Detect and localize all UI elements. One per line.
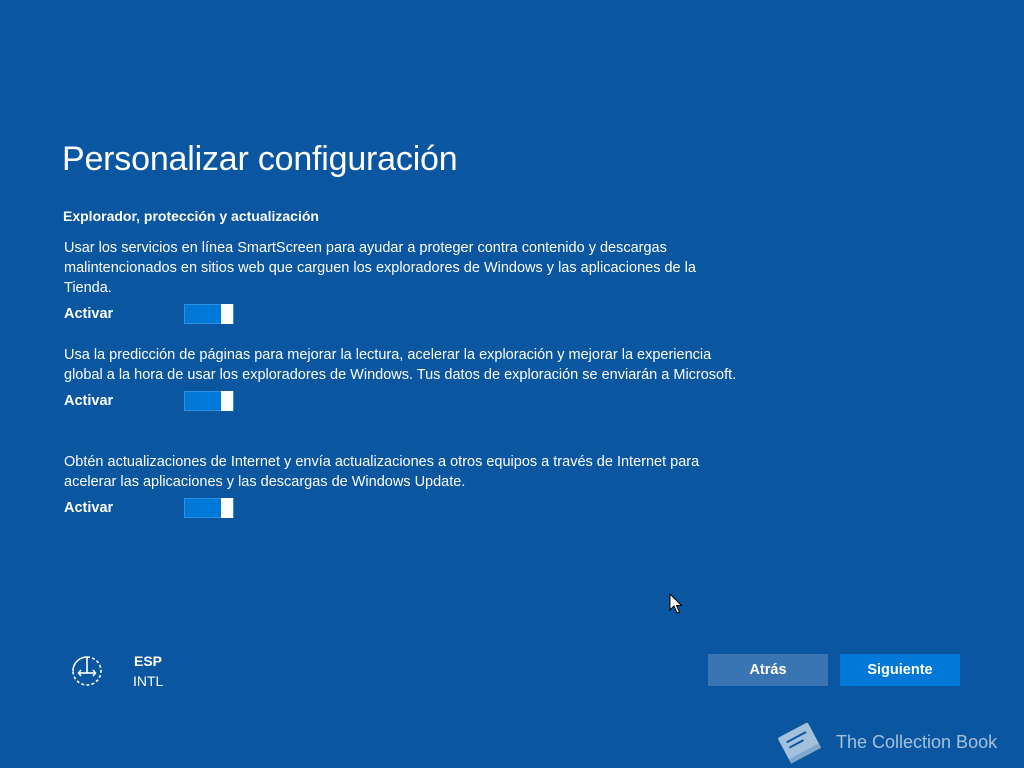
toggle-row: Activar: [64, 498, 744, 518]
setting-smartscreen: Usar los servicios en línea SmartScreen …: [64, 238, 744, 324]
setting-page-prediction: Usa la predicción de páginas para mejora…: [64, 345, 744, 411]
section-heading: Explorador, protección y actualización: [63, 208, 319, 224]
page-title: Personalizar configuración: [62, 140, 458, 178]
toggle-knob: [221, 498, 233, 518]
back-button[interactable]: Atrás: [708, 654, 828, 686]
watermark-text: The Collection Book: [836, 731, 998, 752]
toggle-knob: [221, 304, 233, 324]
setting-windows-update: Obtén actualizaciones de Internet y enví…: [64, 452, 744, 518]
accessibility-icon[interactable]: [70, 654, 104, 688]
windows-update-toggle[interactable]: [184, 498, 234, 518]
smartscreen-toggle[interactable]: [184, 304, 234, 324]
toggle-knob: [221, 391, 233, 411]
page-prediction-toggle[interactable]: [184, 391, 234, 411]
toggle-row: Activar: [64, 304, 744, 324]
toggle-label: Activar: [64, 500, 114, 516]
language-code[interactable]: ESP: [134, 653, 162, 669]
toggle-label: Activar: [64, 306, 114, 322]
book-icon: [778, 722, 822, 764]
setting-description: Usar los servicios en línea SmartScreen …: [64, 240, 696, 296]
keyboard-layout[interactable]: INTL: [133, 673, 163, 689]
toggle-row: Activar: [64, 391, 744, 411]
setting-description: Obtén actualizaciones de Internet y enví…: [64, 454, 700, 490]
watermark: The Collection Book: [772, 718, 997, 766]
mouse-cursor-icon: [669, 593, 683, 614]
toggle-label: Activar: [64, 393, 114, 409]
setting-description: Usa la predicción de páginas para mejora…: [64, 347, 737, 383]
next-button[interactable]: Siguiente: [840, 654, 960, 686]
